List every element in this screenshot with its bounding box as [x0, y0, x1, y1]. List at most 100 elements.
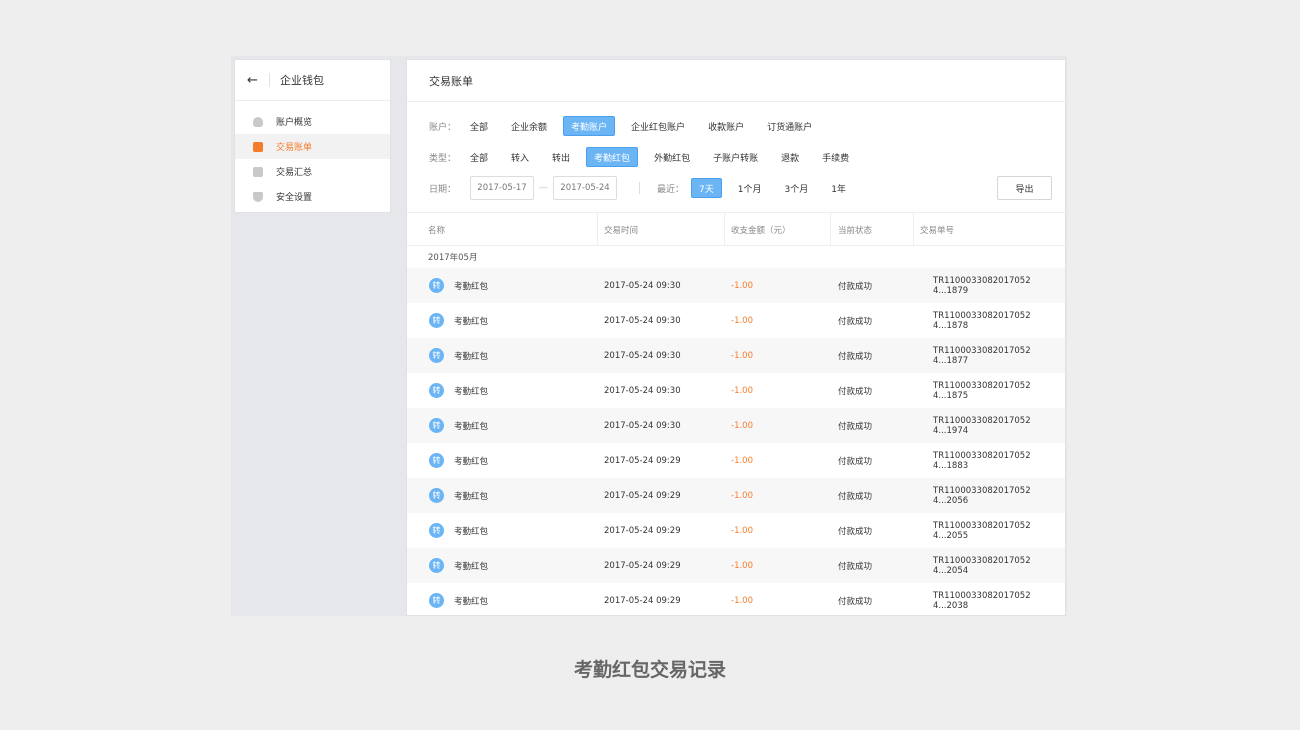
row-number: TR1100033082017052 4...1875	[933, 380, 1031, 401]
sidebar-item-label: 交易账单	[276, 143, 313, 153]
type-option-all[interactable]: 全部	[463, 147, 495, 167]
sidebar-item-label: 交易汇总	[276, 168, 313, 178]
transfer-icon: 转	[429, 278, 444, 293]
row-status: 付款成功	[838, 281, 873, 292]
table-row[interactable]: 转 考勤红包 2017-05-24 09:29 -1.00 付款成功 TR110…	[407, 583, 1065, 616]
row-time: 2017-05-24 09:30	[604, 315, 681, 326]
table-row[interactable]: 转 考勤红包 2017-05-24 09:29 -1.00 付款成功 TR110…	[407, 478, 1065, 513]
shield-icon	[253, 191, 263, 202]
table-row[interactable]: 转 考勤红包 2017-05-24 09:30 -1.00 付款成功 TR110…	[407, 268, 1065, 303]
recent-option-1m[interactable]: 1个月	[731, 178, 769, 198]
table-row[interactable]: 转 考勤红包 2017-05-24 09:30 -1.00 付款成功 TR110…	[407, 338, 1065, 373]
main-panel: 交易账单 账户： 全部 企业余额 考勤账户 企业红包账户 收款账户 订货通账户 …	[406, 59, 1066, 616]
table-row[interactable]: 转 考勤红包 2017-05-24 09:30 -1.00 付款成功 TR110…	[407, 408, 1065, 443]
account-filter-label: 账户：	[429, 122, 457, 133]
account-filter: 账户： 全部 企业余额 考勤账户 企业红包账户 收款账户 订货通账户	[429, 116, 828, 136]
row-name: 考勤红包	[454, 351, 489, 362]
row-name: 考勤红包	[454, 421, 489, 432]
row-amount: -1.00	[731, 420, 753, 431]
end-date-input[interactable]: 2017-05-24	[553, 176, 617, 200]
row-time: 2017-05-24 09:29	[604, 455, 681, 466]
row-time: 2017-05-24 09:29	[604, 595, 681, 606]
row-amount: -1.00	[731, 595, 753, 606]
row-name: 考勤红包	[454, 456, 489, 467]
date-separator: —	[539, 183, 548, 193]
row-status: 付款成功	[838, 351, 873, 362]
row-time: 2017-05-24 09:30	[604, 420, 681, 431]
table-row[interactable]: 转 考勤红包 2017-05-24 09:30 -1.00 付款成功 TR110…	[407, 373, 1065, 408]
account-option-receipt[interactable]: 收款账户	[701, 116, 751, 136]
column-divider	[724, 213, 725, 246]
money-bag-icon	[253, 116, 263, 127]
transfer-icon: 转	[429, 488, 444, 503]
transfer-icon: 转	[429, 383, 444, 398]
row-amount: -1.00	[731, 490, 753, 501]
column-divider	[830, 213, 831, 246]
type-filter-label: 类型：	[429, 153, 457, 164]
bill-icon	[253, 141, 263, 152]
recent-label: 最近：	[657, 184, 685, 195]
recent-option-7d[interactable]: 7天	[691, 178, 722, 198]
header-divider	[269, 73, 270, 87]
row-name: 考勤红包	[454, 281, 489, 292]
column-header-number: 交易单号	[920, 225, 955, 236]
row-time: 2017-05-24 09:29	[604, 490, 681, 501]
table-row[interactable]: 转 考勤红包 2017-05-24 09:29 -1.00 付款成功 TR110…	[407, 513, 1065, 548]
sidebar-item-transaction-summary[interactable]: 交易汇总	[235, 159, 390, 184]
sidebar-title: 企业钱包	[280, 74, 324, 87]
account-option-all[interactable]: 全部	[463, 116, 495, 136]
transfer-icon: 转	[429, 348, 444, 363]
row-name: 考勤红包	[454, 596, 489, 607]
sidebar-item-label: 账户概览	[276, 118, 313, 128]
row-name: 考勤红包	[454, 316, 489, 327]
transfer-icon: 转	[429, 313, 444, 328]
row-name: 考勤红包	[454, 386, 489, 397]
row-number: TR1100033082017052 4...2038	[933, 590, 1031, 611]
sidebar-item-security[interactable]: 安全设置	[235, 184, 390, 209]
row-status: 付款成功	[838, 316, 873, 327]
account-option-attendance[interactable]: 考勤账户	[563, 116, 616, 136]
column-header-time: 交易时间	[604, 225, 639, 236]
column-header-status: 当前状态	[838, 225, 873, 236]
type-option-in[interactable]: 转入	[504, 147, 536, 167]
type-option-field-redpacket[interactable]: 外勤红包	[647, 147, 697, 167]
recent-option-1y[interactable]: 1年	[824, 178, 853, 198]
export-button[interactable]: 导出	[997, 176, 1052, 200]
type-option-attendance-redpacket[interactable]: 考勤红包	[586, 147, 639, 167]
row-name: 考勤红包	[454, 491, 489, 502]
back-arrow-icon[interactable]: ←	[247, 73, 261, 88]
table-row[interactable]: 转 考勤红包 2017-05-24 09:30 -1.00 付款成功 TR110…	[407, 303, 1065, 338]
type-option-fee[interactable]: 手续费	[815, 147, 856, 167]
row-time: 2017-05-24 09:30	[604, 385, 681, 396]
recent-option-3m[interactable]: 3个月	[777, 178, 815, 198]
row-status: 付款成功	[838, 421, 873, 432]
page-title: 交易账单	[407, 60, 1065, 102]
row-number: TR1100033082017052 4...1877	[933, 345, 1031, 366]
column-divider	[913, 213, 914, 246]
row-status: 付款成功	[838, 596, 873, 607]
row-number: TR1100033082017052 4...2054	[933, 555, 1031, 576]
type-option-subaccount-transfer[interactable]: 子账户转账	[706, 147, 765, 167]
account-option-ordering[interactable]: 订货通账户	[760, 116, 819, 136]
sidebar-header: ← 企业钱包	[235, 60, 390, 101]
table-row[interactable]: 转 考勤红包 2017-05-24 09:29 -1.00 付款成功 TR110…	[407, 443, 1065, 478]
row-time: 2017-05-24 09:30	[604, 350, 681, 361]
sidebar-nav: 账户概览 交易账单 交易汇总 安全设置	[235, 101, 390, 209]
row-number: TR1100033082017052 4...1883	[933, 450, 1031, 471]
type-option-refund[interactable]: 退款	[774, 147, 806, 167]
sidebar-item-account-overview[interactable]: 账户概览	[235, 109, 390, 134]
sidebar-item-transaction-bill[interactable]: 交易账单	[235, 134, 390, 159]
type-option-out[interactable]: 转出	[545, 147, 577, 167]
app-frame: ← 企业钱包 账户概览 交易账单 交易汇总 安全设置 交易账单 账户： 全部 企…	[231, 56, 1067, 616]
month-group-label: 2017年05月	[428, 253, 478, 263]
row-time: 2017-05-24 09:30	[604, 280, 681, 291]
row-amount: -1.00	[731, 455, 753, 466]
row-status: 付款成功	[838, 456, 873, 467]
table-row[interactable]: 转 考勤红包 2017-05-24 09:29 -1.00 付款成功 TR110…	[407, 548, 1065, 583]
start-date-input[interactable]: 2017-05-17	[470, 176, 534, 200]
account-option-redpacket[interactable]: 企业红包账户	[624, 116, 692, 136]
row-amount: -1.00	[731, 560, 753, 571]
sidebar-item-label: 安全设置	[276, 193, 313, 203]
row-amount: -1.00	[731, 280, 753, 291]
account-option-balance[interactable]: 企业余额	[504, 116, 554, 136]
